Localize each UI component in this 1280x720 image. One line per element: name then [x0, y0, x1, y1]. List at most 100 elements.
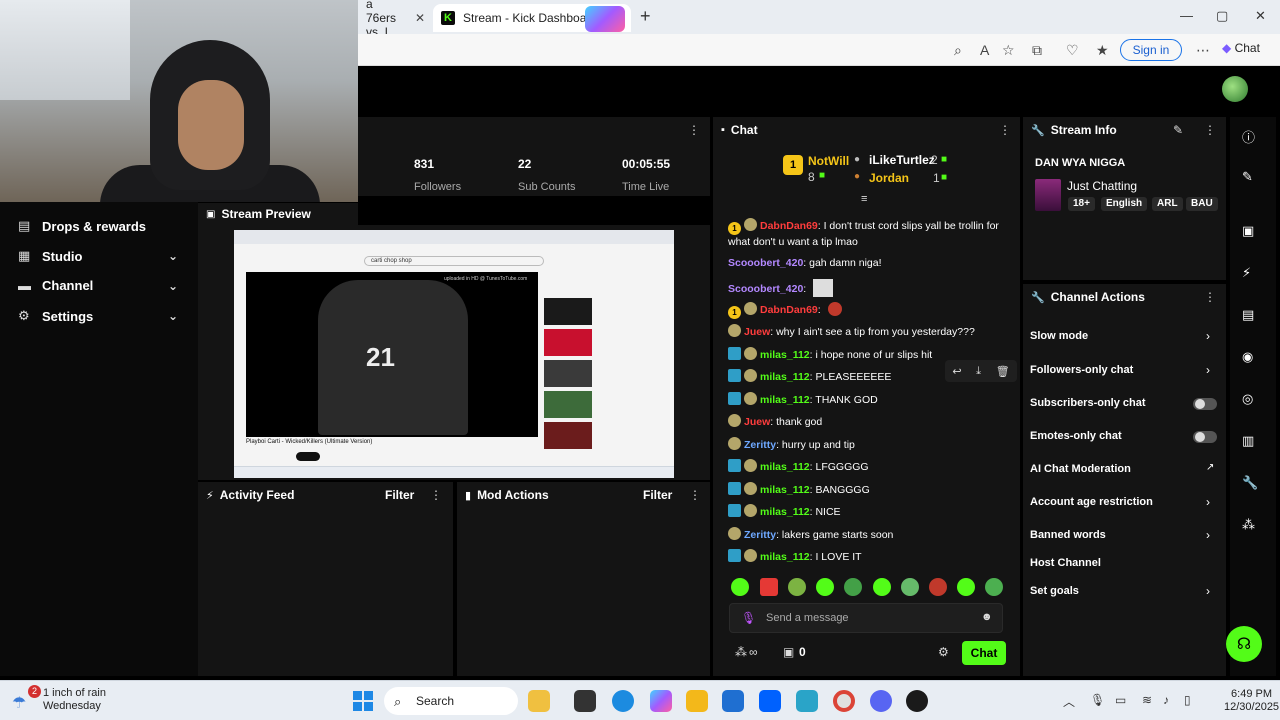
chat-message[interactable]: milas_112: NICE	[728, 504, 1013, 520]
chat-message[interactable]: milas_112: BANGGGG	[728, 482, 1013, 498]
favorites-icon[interactable]: ★	[1096, 42, 1109, 59]
emotes-only-toggle[interactable]	[1193, 431, 1217, 443]
chat-send-button[interactable]: Chat	[962, 641, 1006, 665]
app-icon[interactable]	[796, 690, 818, 712]
emote-button[interactable]	[816, 578, 834, 596]
chat-username[interactable]: Scooobert_420	[728, 283, 803, 295]
chat-message[interactable]: Scooobert_420: gah damn niga!	[728, 256, 1013, 271]
points-gift-icon[interactable]: ▣	[783, 645, 794, 659]
copilot-chat-button[interactable]: ◆ Chat	[1222, 41, 1260, 55]
emote-button[interactable]	[957, 578, 975, 596]
users-icon[interactable]: ⁂	[735, 645, 747, 659]
chat-username[interactable]: milas_112	[760, 349, 810, 361]
browser-essentials-icon[interactable]: ♡	[1066, 42, 1079, 59]
chat-username[interactable]: milas_112	[760, 551, 810, 563]
sign-in-button[interactable]: Sign in	[1120, 39, 1182, 61]
ai-moderation-item[interactable]: AI Chat Moderation	[1030, 463, 1131, 475]
stats-menu-icon[interactable]: ⋮	[688, 123, 700, 137]
display-icon[interactable]: ▭	[1115, 693, 1126, 707]
show-hidden-icons[interactable]: ︿	[1063, 693, 1075, 710]
wrench-icon[interactable]: 🔧	[1242, 475, 1258, 491]
banned-words-item[interactable]: Banned words	[1030, 529, 1106, 541]
edit-icon[interactable]: ✎	[1242, 169, 1253, 185]
discord-app-icon[interactable]	[870, 690, 892, 712]
zoom-icon[interactable]: ⌕	[954, 42, 962, 59]
emote-button[interactable]	[901, 578, 919, 596]
host-channel-item[interactable]: Host Channel	[1030, 557, 1101, 569]
support-chat-button[interactable]: ☊	[1226, 626, 1262, 662]
new-tab-icon[interactable]: +	[640, 6, 651, 27]
chat-message[interactable]: 1 DabnDan69: I don't trust cord slips yal…	[728, 218, 1013, 250]
layout-icon[interactable]: ▥	[1242, 433, 1254, 449]
minimize-icon[interactable]: —	[1180, 8, 1193, 23]
sidebar-item-drops-rewards[interactable]: ▤ Drops & rewards	[18, 218, 146, 234]
stream-category[interactable]: Just Chatting	[1067, 179, 1137, 193]
infinity-icon[interactable]: ∞	[749, 645, 758, 659]
extensions-icon[interactable]: ⧉	[1032, 42, 1042, 59]
subscribers-only-toggle[interactable]	[1193, 398, 1217, 410]
set-goals-item[interactable]: Set goals	[1030, 585, 1079, 597]
dropbox-app-icon[interactable]	[759, 690, 781, 712]
chat-message[interactable]: 1 DabnDan69:	[728, 302, 1013, 319]
close-icon[interactable]: ✕	[415, 11, 425, 25]
broadcast-icon[interactable]: ◎	[1242, 391, 1253, 407]
chat-username[interactable]: milas_112	[760, 394, 810, 406]
weather-widget[interactable]: 1 inch of rain Wednesday	[43, 687, 106, 713]
emote-button[interactable]	[788, 578, 806, 596]
bolt-icon[interactable]: ⚡	[1242, 265, 1251, 281]
chat-username[interactable]: DabnDan69	[760, 220, 818, 232]
chat-message-input[interactable]: Send a message	[729, 603, 1003, 633]
mod-actions-menu-icon[interactable]: ⋮	[689, 488, 701, 502]
chat-username[interactable]: Scooobert_420	[728, 257, 803, 269]
emote-button[interactable]	[873, 578, 891, 596]
emote-button[interactable]	[844, 578, 862, 596]
chat-message[interactable]: milas_112: LFGGGGG	[728, 459, 1013, 475]
chat-menu-icon[interactable]: ⋮	[999, 123, 1011, 137]
sidebar-item-studio[interactable]: ▦ Studio ⌄	[18, 248, 178, 264]
system-clock[interactable]: 6:49 PM 12/30/2025	[1224, 688, 1279, 714]
chat-username[interactable]: DabnDan69	[760, 304, 818, 316]
microphone-icon[interactable]: 🎙	[741, 611, 756, 625]
document-icon[interactable]: ▤	[1242, 307, 1254, 323]
emotes-only-item[interactable]: Emotes-only chat	[1030, 430, 1122, 442]
camera-icon[interactable]: ▣	[1242, 223, 1254, 239]
sidebar-item-settings[interactable]: ⚙ Settings ⌄	[18, 308, 178, 324]
maximize-icon[interactable]: ▢	[1216, 8, 1228, 24]
delete-icon[interactable]: 🗑	[996, 365, 1010, 378]
store-app-icon[interactable]	[722, 690, 744, 712]
windows-start-icon[interactable]	[353, 691, 373, 711]
subscribers-only-item[interactable]: Subscribers-only chat	[1030, 397, 1146, 409]
activity-filter-button[interactable]: Filter	[385, 488, 414, 502]
expand-leaderboard-icon[interactable]: ≡	[861, 193, 867, 205]
chat-username[interactable]: Juew	[744, 326, 770, 338]
widgets-app-icon[interactable]	[528, 690, 550, 712]
favorite-star-icon[interactable]: ☆	[1002, 42, 1015, 59]
channel-actions-menu-icon[interactable]: ⋮	[1204, 290, 1216, 304]
weather-rain-icon[interactable]: ☂	[12, 693, 26, 713]
mod-actions-filter-button[interactable]: Filter	[643, 488, 672, 502]
avatar[interactable]	[1222, 76, 1248, 102]
sidebar-item-channel[interactable]: ▬ Channel ⌄	[18, 278, 178, 293]
chat-message[interactable]: Scooobert_420:	[728, 279, 1013, 297]
more-icon[interactable]: ⋯	[1196, 42, 1210, 59]
stream-info-menu-icon[interactable]: ⋮	[1204, 123, 1216, 137]
reply-icon[interactable]: ↩	[952, 365, 961, 378]
chat-message[interactable]: Juew: thank god	[728, 414, 1013, 430]
chat-username[interactable]: milas_112	[760, 371, 810, 383]
read-aloud-icon[interactable]: A	[980, 42, 989, 58]
chat-username[interactable]: Juew	[744, 416, 770, 428]
task-view-icon[interactable]	[574, 690, 596, 712]
chat-message[interactable]: Juew: why I ain't see a tip from you yes…	[728, 324, 1013, 340]
account-age-item[interactable]: Account age restriction	[1030, 496, 1153, 508]
emote-button[interactable]	[760, 578, 778, 596]
pin-icon[interactable]: ⤓	[976, 365, 981, 378]
close-window-icon[interactable]: ✕	[1255, 8, 1266, 24]
users-icon[interactable]: ⁂	[1242, 517, 1255, 533]
emote-button[interactable]	[731, 578, 749, 596]
chat-message[interactable]: Zeritty: lakers game starts soon	[728, 527, 1013, 543]
emote-button[interactable]	[929, 578, 947, 596]
chat-username[interactable]: milas_112	[760, 506, 810, 518]
chat-username[interactable]: Zeritty	[744, 529, 776, 541]
file-explorer-icon[interactable]	[686, 690, 708, 712]
copilot-app-icon[interactable]	[650, 690, 672, 712]
